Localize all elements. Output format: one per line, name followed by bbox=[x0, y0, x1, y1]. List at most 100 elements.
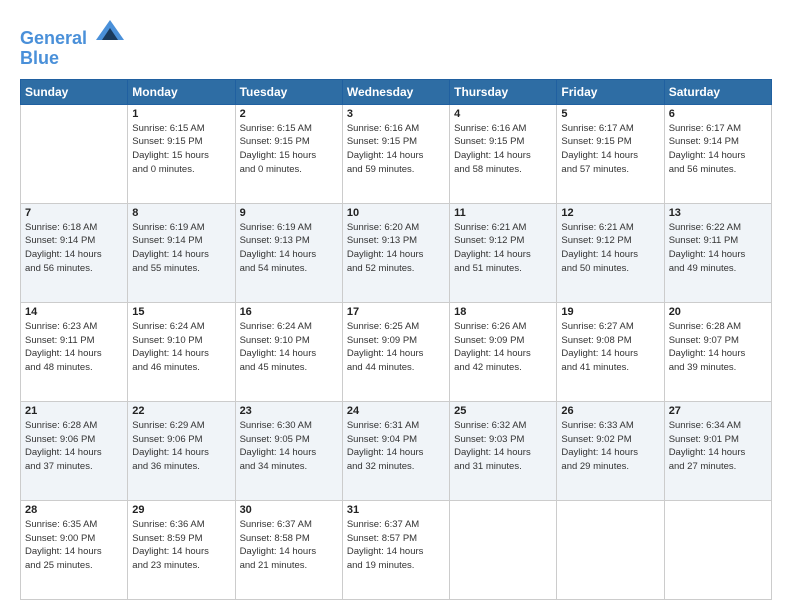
calendar-cell bbox=[664, 500, 771, 599]
day-info: Sunrise: 6:24 AMSunset: 9:10 PMDaylight:… bbox=[240, 320, 338, 375]
day-number: 12 bbox=[561, 207, 659, 219]
day-info: Sunrise: 6:18 AMSunset: 9:14 PMDaylight:… bbox=[25, 221, 123, 276]
week-row-1: 1 Sunrise: 6:15 AMSunset: 9:15 PMDaylight… bbox=[21, 104, 772, 203]
day-info: Sunrise: 6:21 AMSunset: 9:12 PMDaylight:… bbox=[561, 221, 659, 276]
page: General Blue SundayMondayTuesdayWednesda… bbox=[0, 0, 792, 612]
calendar-cell: 28 Sunrise: 6:35 AMSunset: 9:00 PMDayligh… bbox=[21, 500, 128, 599]
logo-text: General bbox=[20, 16, 124, 49]
calendar-cell: 16 Sunrise: 6:24 AMSunset: 9:10 PMDayligh… bbox=[235, 302, 342, 401]
calendar-cell: 24 Sunrise: 6:31 AMSunset: 9:04 PMDayligh… bbox=[342, 401, 449, 500]
calendar-cell: 15 Sunrise: 6:24 AMSunset: 9:10 PMDayligh… bbox=[128, 302, 235, 401]
day-number: 28 bbox=[25, 504, 123, 516]
day-number: 2 bbox=[240, 108, 338, 120]
calendar-cell bbox=[557, 500, 664, 599]
weekday-header-monday: Monday bbox=[128, 79, 235, 104]
calendar-cell: 30 Sunrise: 6:37 AMSunset: 8:58 PMDayligh… bbox=[235, 500, 342, 599]
day-number: 13 bbox=[669, 207, 767, 219]
day-number: 31 bbox=[347, 504, 445, 516]
logo-blue: Blue bbox=[20, 49, 124, 69]
calendar-cell: 31Sunrise: 6:37 AMSunset: 8:57 PMDayligh… bbox=[342, 500, 449, 599]
calendar-cell bbox=[450, 500, 557, 599]
day-info: Sunrise: 6:36 AMSunset: 8:59 PMDaylight:… bbox=[132, 518, 230, 573]
day-info: Sunrise: 6:15 AMSunset: 9:15 PMDaylight:… bbox=[240, 122, 338, 177]
day-info: Sunrise: 6:33 AMSunset: 9:02 PMDaylight:… bbox=[561, 419, 659, 474]
day-info: Sunrise: 6:16 AMSunset: 9:15 PMDaylight:… bbox=[454, 122, 552, 177]
weekday-header-wednesday: Wednesday bbox=[342, 79, 449, 104]
day-info: Sunrise: 6:16 AMSunset: 9:15 PMDaylight:… bbox=[347, 122, 445, 177]
day-info: Sunrise: 6:29 AMSunset: 9:06 PMDaylight:… bbox=[132, 419, 230, 474]
calendar-cell: 23Sunrise: 6:30 AMSunset: 9:05 PMDayligh… bbox=[235, 401, 342, 500]
calendar-cell: 14 Sunrise: 6:23 AMSunset: 9:11 PMDayligh… bbox=[21, 302, 128, 401]
day-number: 23 bbox=[240, 405, 338, 417]
calendar-cell bbox=[21, 104, 128, 203]
day-info: Sunrise: 6:26 AMSunset: 9:09 PMDaylight:… bbox=[454, 320, 552, 375]
day-number: 26 bbox=[561, 405, 659, 417]
day-number: 9 bbox=[240, 207, 338, 219]
calendar-cell: 4Sunrise: 6:16 AMSunset: 9:15 PMDaylight… bbox=[450, 104, 557, 203]
calendar-cell: 25Sunrise: 6:32 AMSunset: 9:03 PMDayligh… bbox=[450, 401, 557, 500]
calendar-cell: 8 Sunrise: 6:19 AMSunset: 9:14 PMDaylight… bbox=[128, 203, 235, 302]
day-number: 15 bbox=[132, 306, 230, 318]
day-number: 20 bbox=[669, 306, 767, 318]
calendar-cell: 19 Sunrise: 6:27 AMSunset: 9:08 PMDayligh… bbox=[557, 302, 664, 401]
weekday-header-saturday: Saturday bbox=[664, 79, 771, 104]
calendar-cell: 17 Sunrise: 6:25 AMSunset: 9:09 PMDayligh… bbox=[342, 302, 449, 401]
day-info: Sunrise: 6:28 AMSunset: 9:06 PMDaylight:… bbox=[25, 419, 123, 474]
calendar: SundayMondayTuesdayWednesdayThursdayFrid… bbox=[20, 79, 772, 600]
weekday-header-thursday: Thursday bbox=[450, 79, 557, 104]
week-row-4: 21 Sunrise: 6:28 AMSunset: 9:06 PMDayligh… bbox=[21, 401, 772, 500]
calendar-cell: 26 Sunrise: 6:33 AMSunset: 9:02 PMDayligh… bbox=[557, 401, 664, 500]
day-number: 24 bbox=[347, 405, 445, 417]
day-info: Sunrise: 6:15 AMSunset: 9:15 PMDaylight:… bbox=[132, 122, 230, 177]
day-info: Sunrise: 6:31 AMSunset: 9:04 PMDaylight:… bbox=[347, 419, 445, 474]
day-number: 21 bbox=[25, 405, 123, 417]
day-info: Sunrise: 6:22 AMSunset: 9:11 PMDaylight:… bbox=[669, 221, 767, 276]
logo: General Blue bbox=[20, 16, 124, 69]
weekday-header-row: SundayMondayTuesdayWednesdayThursdayFrid… bbox=[21, 79, 772, 104]
day-info: Sunrise: 6:23 AMSunset: 9:11 PMDaylight:… bbox=[25, 320, 123, 375]
calendar-cell: 6 Sunrise: 6:17 AMSunset: 9:14 PMDaylight… bbox=[664, 104, 771, 203]
day-info: Sunrise: 6:35 AMSunset: 9:00 PMDaylight:… bbox=[25, 518, 123, 573]
day-number: 29 bbox=[132, 504, 230, 516]
calendar-cell: 21 Sunrise: 6:28 AMSunset: 9:06 PMDayligh… bbox=[21, 401, 128, 500]
day-number: 6 bbox=[669, 108, 767, 120]
day-number: 19 bbox=[561, 306, 659, 318]
day-info: Sunrise: 6:17 AMSunset: 9:14 PMDaylight:… bbox=[669, 122, 767, 177]
day-number: 14 bbox=[25, 306, 123, 318]
header: General Blue bbox=[20, 16, 772, 69]
calendar-cell: 11 Sunrise: 6:21 AMSunset: 9:12 PMDayligh… bbox=[450, 203, 557, 302]
logo-icon bbox=[96, 16, 124, 44]
calendar-cell: 9 Sunrise: 6:19 AMSunset: 9:13 PMDaylight… bbox=[235, 203, 342, 302]
day-number: 1 bbox=[132, 108, 230, 120]
calendar-cell: 10 Sunrise: 6:20 AMSunset: 9:13 PMDayligh… bbox=[342, 203, 449, 302]
day-number: 8 bbox=[132, 207, 230, 219]
day-info: Sunrise: 6:19 AMSunset: 9:13 PMDaylight:… bbox=[240, 221, 338, 276]
calendar-cell: 27Sunrise: 6:34 AMSunset: 9:01 PMDayligh… bbox=[664, 401, 771, 500]
day-number: 25 bbox=[454, 405, 552, 417]
day-number: 10 bbox=[347, 207, 445, 219]
calendar-cell: 22 Sunrise: 6:29 AMSunset: 9:06 PMDayligh… bbox=[128, 401, 235, 500]
calendar-cell: 5 Sunrise: 6:17 AMSunset: 9:15 PMDaylight… bbox=[557, 104, 664, 203]
day-info: Sunrise: 6:27 AMSunset: 9:08 PMDaylight:… bbox=[561, 320, 659, 375]
day-info: Sunrise: 6:19 AMSunset: 9:14 PMDaylight:… bbox=[132, 221, 230, 276]
day-number: 30 bbox=[240, 504, 338, 516]
week-row-5: 28 Sunrise: 6:35 AMSunset: 9:00 PMDayligh… bbox=[21, 500, 772, 599]
day-number: 17 bbox=[347, 306, 445, 318]
calendar-cell: 20Sunrise: 6:28 AMSunset: 9:07 PMDayligh… bbox=[664, 302, 771, 401]
day-info: Sunrise: 6:25 AMSunset: 9:09 PMDaylight:… bbox=[347, 320, 445, 375]
day-number: 5 bbox=[561, 108, 659, 120]
day-info: Sunrise: 6:20 AMSunset: 9:13 PMDaylight:… bbox=[347, 221, 445, 276]
day-info: Sunrise: 6:17 AMSunset: 9:15 PMDaylight:… bbox=[561, 122, 659, 177]
weekday-header-friday: Friday bbox=[557, 79, 664, 104]
day-number: 16 bbox=[240, 306, 338, 318]
calendar-cell: 1 Sunrise: 6:15 AMSunset: 9:15 PMDaylight… bbox=[128, 104, 235, 203]
day-number: 11 bbox=[454, 207, 552, 219]
day-info: Sunrise: 6:24 AMSunset: 9:10 PMDaylight:… bbox=[132, 320, 230, 375]
day-number: 22 bbox=[132, 405, 230, 417]
calendar-cell: 29 Sunrise: 6:36 AMSunset: 8:59 PMDayligh… bbox=[128, 500, 235, 599]
weekday-header-tuesday: Tuesday bbox=[235, 79, 342, 104]
day-number: 3 bbox=[347, 108, 445, 120]
day-info: Sunrise: 6:37 AMSunset: 8:58 PMDaylight:… bbox=[240, 518, 338, 573]
day-info: Sunrise: 6:21 AMSunset: 9:12 PMDaylight:… bbox=[454, 221, 552, 276]
logo-blue-text: Blue bbox=[20, 48, 59, 68]
